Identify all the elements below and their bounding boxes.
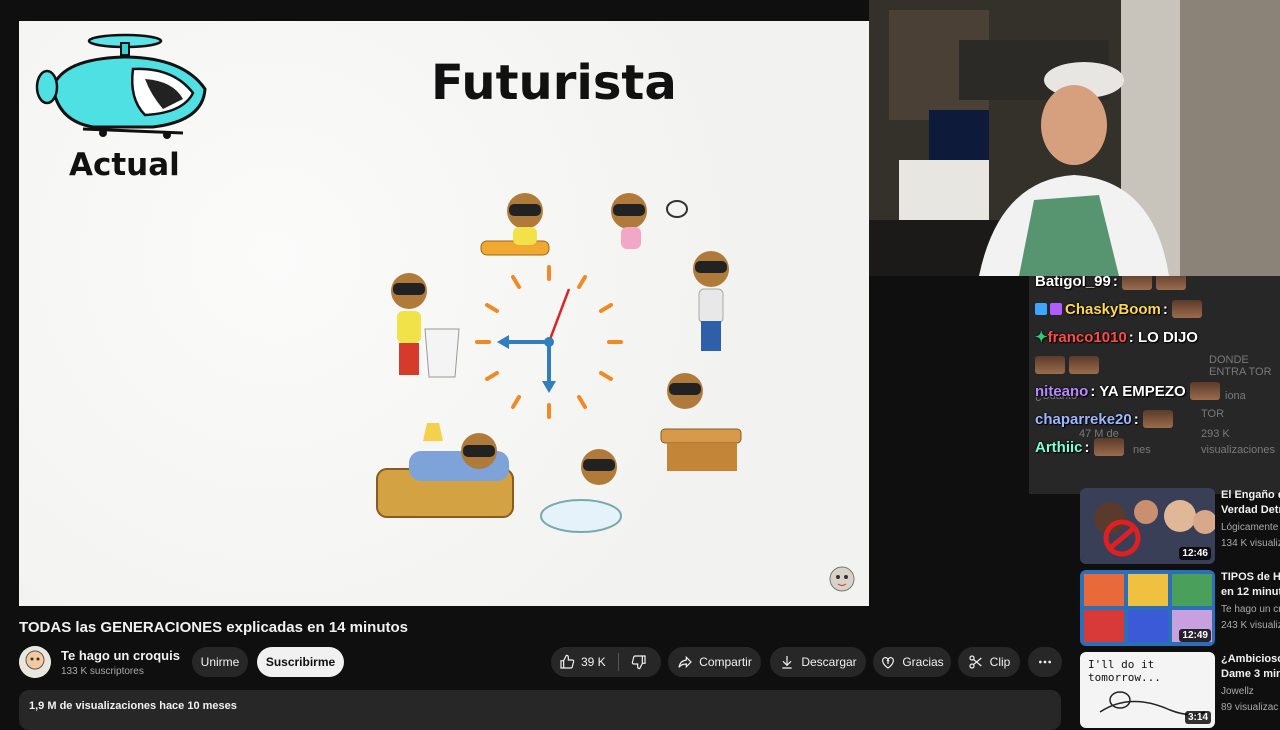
video-player[interactable]: Actual Futurista xyxy=(19,21,869,606)
video-duration: 12:49 xyxy=(1179,629,1211,642)
related-video[interactable]: 12:46 El Engaño d Verdad Detr Lógicamente… xyxy=(1080,488,1280,566)
stream-chat-overlay: DONDE ENTRA TOR ¿Cuanto 47 M de TOR 293 … xyxy=(1029,276,1280,494)
title-line: Verdad Detr xyxy=(1221,504,1280,516)
chat-username: Batigol_99 xyxy=(1035,276,1111,290)
download-icon xyxy=(782,656,792,669)
ghost-text: iona xyxy=(1225,390,1246,402)
title-line: TIPOS de H xyxy=(1221,571,1280,583)
view-count: 89 visualizac xyxy=(1221,702,1279,713)
chat-username: Arthiic xyxy=(1035,439,1083,456)
thumbs-down-icon xyxy=(631,655,646,670)
chat-username: niteano xyxy=(1035,383,1089,400)
chat-text: : LO DIJO xyxy=(1128,329,1198,346)
video-thumbnail[interactable]: 12:49 xyxy=(1080,570,1215,646)
sparkle-icon: ✦ xyxy=(1035,329,1048,346)
like-dislike-group: 39 K xyxy=(551,647,661,677)
chat-message: niteano: YA EMPEZO xyxy=(1035,382,1220,400)
video-title[interactable]: ¿Ambicioso Dame 3 min xyxy=(1221,652,1280,682)
ghost-text: 293 K xyxy=(1201,428,1230,440)
channel-name: Lógicamente xyxy=(1221,522,1279,533)
like-count: 39 K xyxy=(581,655,606,669)
thumbs-up-icon xyxy=(560,654,575,669)
chat-username: franco1010 xyxy=(1047,329,1127,346)
clip-icon xyxy=(969,655,982,669)
title-line: ¿Ambicioso xyxy=(1221,653,1280,665)
video-duration: 3:14 xyxy=(1184,711,1211,724)
chat-text: : xyxy=(1084,439,1090,456)
ghost-text: visualizaciones xyxy=(1201,444,1275,456)
chat-message: Batigol_99: xyxy=(1035,276,1186,290)
download-button[interactable]: Descargar xyxy=(770,647,866,677)
title-line: Dame 3 min xyxy=(1221,668,1280,680)
ghost-text: nes xyxy=(1133,444,1151,456)
view-count: 134 K visualiz xyxy=(1221,538,1280,549)
chat-message: ✦franco1010: LO DIJO xyxy=(1035,328,1198,346)
emote-icon xyxy=(1121,276,1152,290)
slide-label-actual: Actual xyxy=(69,147,180,183)
clock-routine-illustration xyxy=(376,193,742,533)
chat-username: chaparreke20 xyxy=(1035,411,1132,428)
video-thumbnail[interactable]: I'll do it tomorrow... 3:14 xyxy=(1080,652,1215,728)
video-title[interactable]: El Engaño d Verdad Detr xyxy=(1221,488,1280,518)
video-title: TODAS las GENERACIONES explicadas en 14 … xyxy=(19,619,409,636)
chat-message: chaparreke20: xyxy=(1035,410,1173,428)
subscriber-count: 133 K suscriptores xyxy=(61,666,144,677)
video-thumbnail[interactable]: 12:46 xyxy=(1080,488,1215,564)
room-background xyxy=(1180,0,1280,276)
share-label: Compartir xyxy=(699,655,752,669)
clip-label: Clip xyxy=(989,655,1011,669)
views-and-date: 1,9 M de visualizaciones hace 10 meses xyxy=(29,700,237,712)
video-duration: 12:46 xyxy=(1179,547,1211,560)
thanks-label: Gracias xyxy=(902,655,944,669)
chat-username: ChaskyBoom xyxy=(1065,301,1161,318)
title-line: en 12 minut xyxy=(1221,586,1280,598)
more-button[interactable] xyxy=(1028,647,1062,677)
share-button[interactable]: Compartir xyxy=(668,647,761,677)
title-line: El Engaño d xyxy=(1221,489,1280,501)
emote-icon xyxy=(1155,276,1186,290)
emote-icon xyxy=(1069,356,1099,374)
badge-icon xyxy=(1035,303,1047,315)
channel-name[interactable]: Te hago un croquis xyxy=(61,648,180,663)
download-label: Descargar xyxy=(801,655,857,669)
subscribe-button[interactable]: Suscribirme xyxy=(257,647,344,677)
clip-button[interactable]: Clip xyxy=(958,647,1020,677)
streamer-webcam xyxy=(869,0,1180,276)
ghost-text: DONDE ENTRA TOR xyxy=(1209,354,1272,378)
ghost-text: TOR xyxy=(1201,408,1225,420)
channel-name: Te hago un cr xyxy=(1221,604,1280,615)
dislike-button[interactable] xyxy=(631,654,647,670)
channel-avatar[interactable] xyxy=(19,646,51,678)
badge-icon xyxy=(1050,303,1062,315)
thanks-icon xyxy=(882,657,895,669)
chat-message: ChaskyBoom: xyxy=(1035,300,1202,318)
description-box[interactable]: 1,9 M de visualizaciones hace 10 meses xyxy=(19,690,1061,730)
more-icon xyxy=(1039,660,1051,664)
chat-text: : xyxy=(1133,411,1139,428)
emote-icon xyxy=(1171,300,1202,318)
join-button[interactable]: Unirme xyxy=(192,647,248,677)
chat-text: : xyxy=(1112,276,1118,290)
related-video[interactable]: 12:49 TIPOS de H en 12 minut Te hago un c… xyxy=(1080,570,1280,648)
emote-icon xyxy=(1093,438,1124,456)
emote-icon xyxy=(1035,356,1065,374)
thanks-button[interactable]: Gracias xyxy=(873,647,951,677)
emote-icon xyxy=(1189,382,1220,400)
channel-watermark-icon xyxy=(829,566,855,592)
chat-text: : xyxy=(1162,301,1168,318)
helicopter-illustration xyxy=(35,33,207,139)
chat-text: : YA EMPEZO xyxy=(1090,383,1186,400)
chat-message: Arthiic: xyxy=(1035,438,1124,456)
related-video[interactable]: I'll do it tomorrow... 3:14 ¿Ambicioso Da… xyxy=(1080,652,1280,730)
channel-name: Jowellz xyxy=(1221,686,1254,697)
chat-message xyxy=(1035,356,1099,374)
view-count: 243 K visualiz xyxy=(1221,620,1280,631)
share-icon xyxy=(678,655,693,669)
video-title[interactable]: TIPOS de H en 12 minut xyxy=(1221,570,1280,600)
slide-title: Futurista xyxy=(431,55,677,111)
divider xyxy=(617,653,619,671)
emote-icon xyxy=(1142,410,1173,428)
like-button[interactable]: 39 K xyxy=(559,654,606,670)
